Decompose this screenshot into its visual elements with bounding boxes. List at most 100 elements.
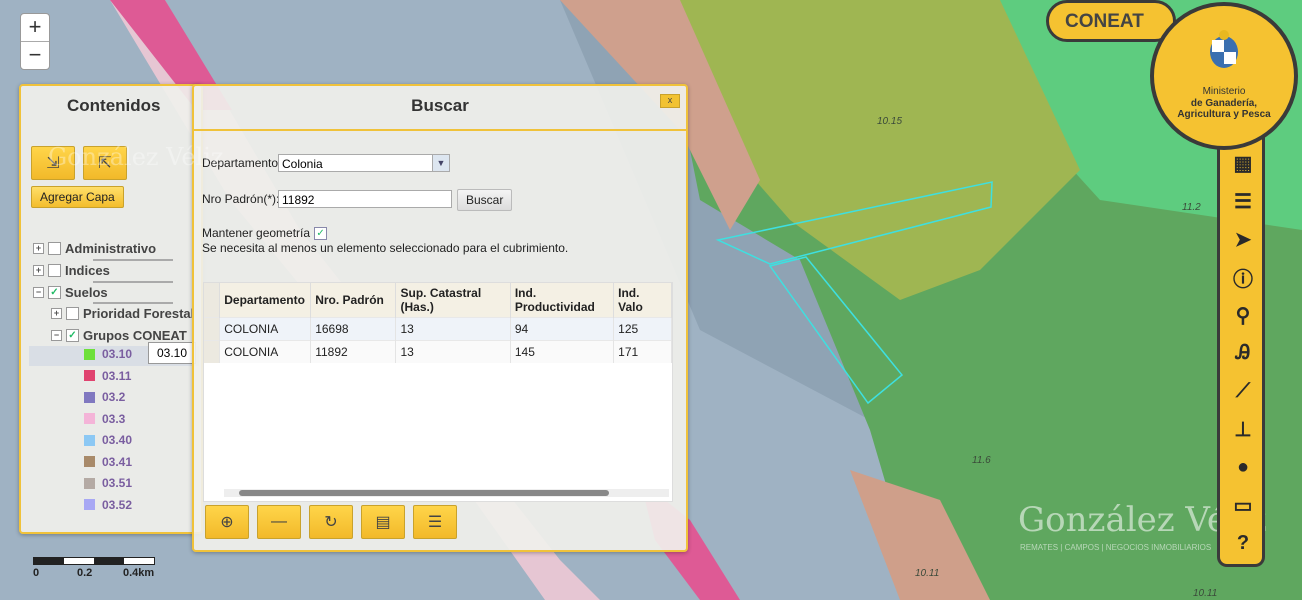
department-select[interactable]: Colonia ▼	[278, 154, 450, 172]
info-icon[interactable]: ⓘ	[1229, 263, 1257, 291]
keep-geometry-checkbox[interactable]: ✓	[314, 226, 328, 240]
pin-icon[interactable]: ⊥	[1229, 415, 1257, 443]
table-cell: 94	[510, 317, 615, 341]
zoom-to-icon[interactable]: ⊕	[205, 505, 249, 539]
tree-item-indices[interactable]: + Indices	[33, 263, 110, 278]
table-cell: 13	[395, 340, 511, 363]
legend-swatch	[84, 456, 95, 467]
coneat-label: CONEAT	[1046, 0, 1176, 42]
print-icon[interactable]: ▭	[1229, 491, 1257, 519]
table-cell: COLONIA	[219, 340, 312, 363]
ministry-line3: Agricultura y Pesca	[1177, 109, 1271, 120]
legend-item[interactable]: 03.11	[84, 369, 131, 383]
row-selector[interactable]	[204, 317, 221, 341]
chevron-down-icon[interactable]: ▼	[432, 155, 449, 171]
column-header[interactable]: Nro. Padrón	[310, 283, 397, 318]
table-row[interactable]: COLONIA 11892 13 145 171	[204, 340, 672, 363]
scrollbar-thumb[interactable]	[239, 490, 609, 496]
legend-label: 03.40	[102, 433, 133, 447]
refresh-icon[interactable]: ↻	[309, 505, 353, 539]
location-icon[interactable]: ●	[1229, 453, 1257, 481]
checkbox[interactable]	[66, 307, 79, 320]
column-header[interactable]: Ind. Valo	[613, 283, 672, 318]
table-cell: 16698	[310, 317, 397, 341]
column-header[interactable]: Departamento	[219, 283, 312, 318]
checkbox[interactable]	[48, 242, 61, 255]
navigate-icon[interactable]: ➤	[1229, 225, 1257, 253]
legend-label: 03.51	[102, 476, 133, 490]
tree-item-administrativo[interactable]: + Administrativo	[33, 241, 156, 256]
horizontal-scrollbar[interactable]	[224, 489, 669, 497]
table-row[interactable]: COLONIA 16698 13 94 125	[204, 317, 672, 341]
legend-item[interactable]: 03.52	[84, 498, 132, 512]
table-cell: 13	[395, 317, 511, 341]
map-label: 11.6	[972, 455, 991, 466]
watermark-sub: REMATES | CAMPOS | NEGOCIOS INMOBILIARIO…	[1020, 543, 1212, 552]
scale-graphic	[33, 557, 155, 565]
map-label: 10.15	[877, 116, 903, 127]
add-layer-button[interactable]: Agregar Capa	[31, 186, 124, 208]
legend-item[interactable]: 03.41	[84, 455, 132, 469]
checkbox-checked[interactable]: ✓	[66, 329, 79, 342]
map-label: 10.11	[1193, 588, 1218, 599]
tree-label: Prioridad Forestal	[83, 306, 195, 321]
legend-item[interactable]: 03.3	[84, 412, 125, 426]
keep-geometry-row: Mantener geometría ✓	[202, 226, 328, 240]
results-grid: Departamento Nro. Padrón Sup. Catastral …	[203, 282, 673, 502]
coverage-hint: Se necesita al menos un elemento selecci…	[202, 241, 569, 255]
table-cell: 145	[510, 340, 615, 363]
tree-item-grupos-coneat[interactable]: − ✓ Grupos CONEAT	[51, 328, 187, 343]
checkbox[interactable]	[48, 264, 61, 277]
checkbox-checked[interactable]: ✓	[48, 286, 61, 299]
search-button[interactable]: Buscar	[457, 189, 513, 211]
scale-tick: 0.2	[77, 567, 93, 579]
divider	[194, 129, 686, 131]
padron-input[interactable]: 11892	[278, 190, 452, 208]
opacity-slider[interactable]	[93, 302, 173, 304]
table-icon[interactable]: ☰	[413, 505, 457, 539]
tree-item-suelos[interactable]: − ✓ Suelos	[33, 285, 108, 300]
zoom-out-button[interactable]: −	[21, 41, 49, 69]
expand-icon[interactable]: +	[33, 265, 44, 276]
collapse-icon[interactable]: −	[33, 287, 44, 298]
document-icon[interactable]: ▤	[361, 505, 405, 539]
list-icon[interactable]: ☰	[1229, 187, 1257, 215]
expand-icon[interactable]: +	[33, 243, 44, 254]
translate-icon[interactable]: Ꭿ	[1229, 339, 1257, 367]
collapse-icon[interactable]: −	[51, 330, 62, 341]
legend-swatch	[84, 499, 95, 510]
results-table: Departamento Nro. Padrón Sup. Catastral …	[204, 283, 672, 363]
legend-label: 03.41	[102, 454, 133, 469]
legend-item[interactable]: 03.51	[84, 476, 132, 490]
tree-item-prioridad-forestal[interactable]: + Prioridad Forestal	[51, 306, 194, 321]
legend-item[interactable]: 03.2	[84, 390, 125, 404]
contents-title: Contenidos	[67, 96, 161, 115]
zoom-in-button[interactable]: +	[21, 14, 49, 41]
zoom-control: + −	[20, 13, 50, 70]
table-cell: 11892	[310, 340, 397, 363]
keep-geometry-label: Mantener geometría	[202, 226, 311, 240]
scale-bar: 0 0.2 0.4km	[33, 557, 155, 579]
legend-item[interactable]: 03.40	[84, 433, 132, 447]
side-toolbar: ▦ ☰ ➤ ⓘ ⚲ Ꭿ ⟋ ⊥ ● ▭ ?	[1217, 135, 1265, 567]
opacity-slider[interactable]	[93, 259, 173, 261]
legend-item[interactable]: 03.10	[84, 347, 132, 361]
ministry-logo: Ministerio de Ganadería, Agricultura y P…	[1150, 2, 1298, 150]
close-button[interactable]: x	[660, 94, 680, 108]
column-header[interactable]: Sup. Catastral (Has.)	[395, 283, 511, 318]
map-label: 11.2	[1182, 202, 1201, 213]
table-cell: 125	[613, 317, 672, 341]
column-header[interactable]: Ind. Productividad	[510, 283, 615, 318]
opacity-slider[interactable]	[93, 281, 173, 283]
grid-icon[interactable]: ▦	[1229, 149, 1257, 177]
legend-swatch	[84, 434, 95, 446]
search-icon[interactable]: ⚲	[1229, 301, 1257, 329]
expand-icon[interactable]: +	[51, 308, 62, 319]
ruler-icon[interactable]: ⟋	[1229, 377, 1257, 405]
ministry-line1: Ministerio	[1202, 86, 1246, 97]
help-icon[interactable]: ?	[1229, 529, 1257, 557]
tree-label: Indices	[65, 263, 110, 278]
row-selector[interactable]	[204, 340, 221, 363]
remove-icon[interactable]: —	[257, 505, 301, 539]
legend-label: 03.2	[102, 390, 126, 404]
